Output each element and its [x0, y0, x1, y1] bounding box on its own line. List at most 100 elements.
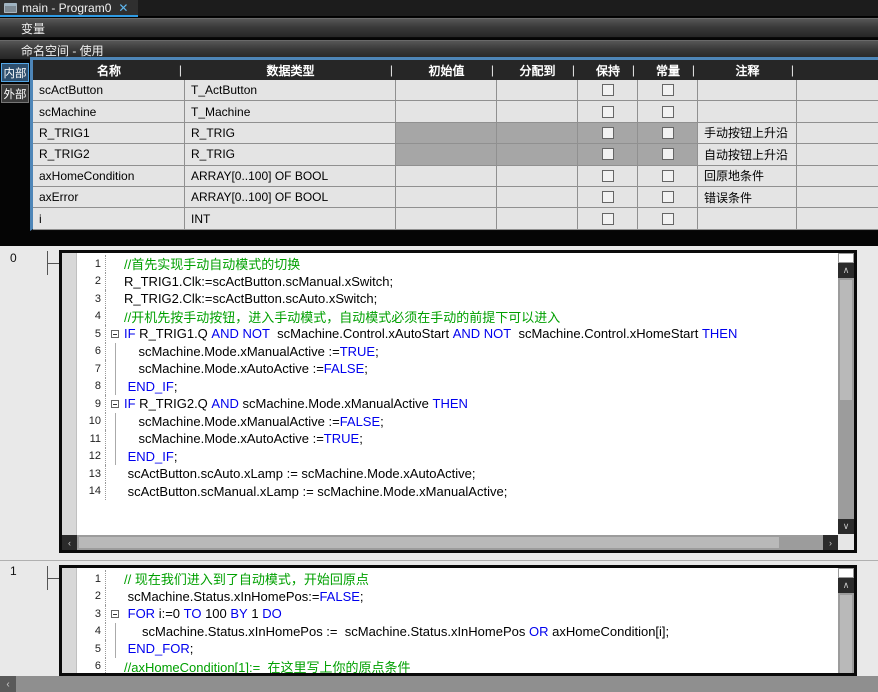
var-comment-cell[interactable]: 手动按钮上升沿 — [698, 123, 797, 143]
var-extra-cell[interactable] — [797, 166, 878, 186]
retain-checkbox[interactable] — [602, 106, 614, 118]
retain-checkbox[interactable] — [602, 191, 614, 203]
code-line[interactable]: 13 scActButton.scAuto.xLamp := scMachine… — [78, 465, 838, 483]
var-name-cell[interactable]: axError — [33, 187, 185, 207]
var-comment-cell[interactable] — [698, 208, 797, 228]
var-allocation-cell[interactable] — [497, 187, 578, 207]
st-code-editor-1[interactable]: 1// 现在我们进入到了自动模式，开始回原点2 scMachine.Status… — [59, 565, 857, 676]
code-line[interactable]: 5 END_FOR; — [78, 640, 838, 658]
var-name-cell[interactable]: R_TRIG1 — [33, 123, 185, 143]
retain-checkbox[interactable] — [602, 170, 614, 182]
editor-vscrollbar[interactable]: ∧ — [838, 568, 854, 673]
column-header-name[interactable]: 名称| — [33, 60, 185, 80]
table-row[interactable]: axHomeConditionARRAY[0..100] OF BOOL回原地条… — [33, 166, 878, 187]
var-initial-cell[interactable] — [396, 208, 497, 228]
vscroll-thumb[interactable] — [840, 280, 852, 400]
var-type-cell[interactable]: ARRAY[0..100] OF BOOL — [185, 187, 396, 207]
vscroll-thumb[interactable] — [840, 595, 852, 676]
var-extra-cell[interactable] — [797, 80, 878, 100]
constant-checkbox[interactable] — [662, 106, 674, 118]
editor-vscrollbar[interactable]: ∧∨ — [838, 253, 854, 534]
var-extra-cell[interactable] — [797, 144, 878, 164]
constant-checkbox[interactable] — [662, 148, 674, 160]
tab-main-program0[interactable]: main - Program0 ✕ — [0, 0, 138, 17]
var-extra-cell[interactable] — [797, 187, 878, 207]
var-initial-cell[interactable] — [396, 80, 497, 100]
splitter-box[interactable] — [838, 253, 854, 263]
column-header-ret[interactable]: 保持| — [578, 60, 638, 80]
retain-checkbox[interactable] — [602, 127, 614, 139]
tab-internal[interactable]: 内部 — [1, 63, 29, 82]
table-row[interactable]: scMachineT_Machine — [33, 101, 878, 122]
column-header-type[interactable]: 数据类型| — [185, 60, 396, 80]
constant-checkbox[interactable] — [662, 170, 674, 182]
var-allocation-cell[interactable] — [497, 166, 578, 186]
vscroll-track[interactable] — [838, 593, 854, 673]
code-line[interactable]: 6 scMachine.Mode.xManualActive :=TRUE; — [78, 343, 838, 361]
code-line[interactable]: 1//首先实现手动自动模式的切换 — [78, 255, 838, 273]
var-type-cell[interactable]: T_ActButton — [185, 80, 396, 100]
close-icon[interactable]: ✕ — [118, 1, 128, 15]
retain-checkbox[interactable] — [602, 213, 614, 225]
var-allocation-cell[interactable] — [497, 144, 578, 164]
retain-checkbox[interactable] — [602, 148, 614, 160]
scroll-down-icon[interactable]: ∨ — [838, 519, 854, 534]
var-initial-cell[interactable] — [396, 166, 497, 186]
table-row[interactable]: R_TRIG2R_TRIG 自动按钮上升沿 — [33, 144, 878, 165]
hscroll-track[interactable] — [77, 535, 823, 550]
code-line[interactable]: 2R_TRIG1.Clk:=scActButton.scManual.xSwit… — [78, 273, 838, 291]
code-line[interactable]: 11 scMachine.Mode.xAutoActive :=TRUE; — [78, 430, 838, 448]
var-name-cell[interactable]: R_TRIG2 — [33, 144, 185, 164]
code-line[interactable]: 3R_TRIG2.Clk:=scActButton.scAuto.xSwitch… — [78, 290, 838, 308]
var-type-cell[interactable]: R_TRIG — [185, 123, 396, 143]
code-line[interactable]: 3 FOR i:=0 TO 100 BY 1 DO — [78, 605, 838, 623]
code-line[interactable]: 4//开机先按手动按钮，进入手动模式，自动模式必须在手动的前提下可以进入 — [78, 308, 838, 326]
code-line[interactable]: 2 scMachine.Status.xInHomePos:=FALSE; — [78, 588, 838, 606]
fold-collapse-icon[interactable] — [111, 610, 119, 618]
var-initial-cell[interactable] — [396, 101, 497, 121]
page-horizontal-scrollbar[interactable]: ‹ — [0, 676, 878, 692]
scroll-left-icon[interactable]: ‹ — [0, 676, 16, 692]
var-type-cell[interactable]: T_Machine — [185, 101, 396, 121]
column-header-com[interactable]: 注释| — [698, 60, 797, 80]
column-header-init[interactable]: 初始值| — [396, 60, 497, 80]
constant-checkbox[interactable] — [662, 191, 674, 203]
vscroll-track[interactable] — [838, 278, 854, 519]
editor-hscrollbar[interactable]: ‹› — [62, 535, 838, 550]
var-allocation-cell[interactable] — [497, 123, 578, 143]
var-extra-cell[interactable] — [797, 208, 878, 228]
var-comment-cell[interactable]: 自动按钮上升沿 — [698, 144, 797, 164]
retain-checkbox[interactable] — [602, 84, 614, 96]
table-row[interactable]: R_TRIG1R_TRIG 手动按钮上升沿 — [33, 123, 878, 144]
scroll-up-icon[interactable]: ∧ — [838, 578, 854, 593]
var-comment-cell[interactable] — [698, 101, 797, 121]
scroll-left-icon[interactable]: ‹ — [62, 535, 77, 550]
fold-collapse-icon[interactable] — [111, 330, 119, 338]
table-row[interactable]: scActButtonT_ActButton — [33, 80, 878, 101]
var-extra-cell[interactable] — [797, 123, 878, 143]
var-allocation-cell[interactable] — [497, 208, 578, 228]
splitter-box[interactable] — [838, 568, 854, 578]
var-comment-cell[interactable]: 错误条件 — [698, 187, 797, 207]
constant-checkbox[interactable] — [662, 127, 674, 139]
code-line[interactable]: 4 scMachine.Status.xInHomePos := scMachi… — [78, 623, 838, 641]
scroll-up-icon[interactable]: ∧ — [838, 263, 854, 278]
code-line[interactable]: 6//axHomeCondition[1]:= 在这里写上你的原点条件 — [78, 658, 838, 676]
section-label-0[interactable]: 0 — [10, 251, 17, 265]
var-extra-cell[interactable] — [797, 101, 878, 121]
var-allocation-cell[interactable] — [497, 80, 578, 100]
variables-section-header[interactable]: 变量 — [0, 18, 878, 38]
table-row[interactable]: iINT — [33, 208, 878, 229]
var-type-cell[interactable]: R_TRIG — [185, 144, 396, 164]
var-comment-cell[interactable]: 回原地条件 — [698, 166, 797, 186]
var-type-cell[interactable]: INT — [185, 208, 396, 228]
column-header-alloc[interactable]: 分配到| — [497, 60, 578, 80]
code-line[interactable]: 5IF R_TRIG1.Q AND NOT scMachine.Control.… — [78, 325, 838, 343]
var-comment-cell[interactable] — [698, 80, 797, 100]
hscroll-thumb[interactable] — [79, 537, 779, 548]
section-label-1[interactable]: 1 — [10, 564, 17, 578]
code-line[interactable]: 8 END_IF; — [78, 378, 838, 396]
tab-external[interactable]: 外部 — [1, 84, 29, 103]
st-code-editor-0[interactable]: 1//首先实现手动自动模式的切换2R_TRIG1.Clk:=scActButto… — [59, 250, 857, 553]
var-name-cell[interactable]: axHomeCondition — [33, 166, 185, 186]
